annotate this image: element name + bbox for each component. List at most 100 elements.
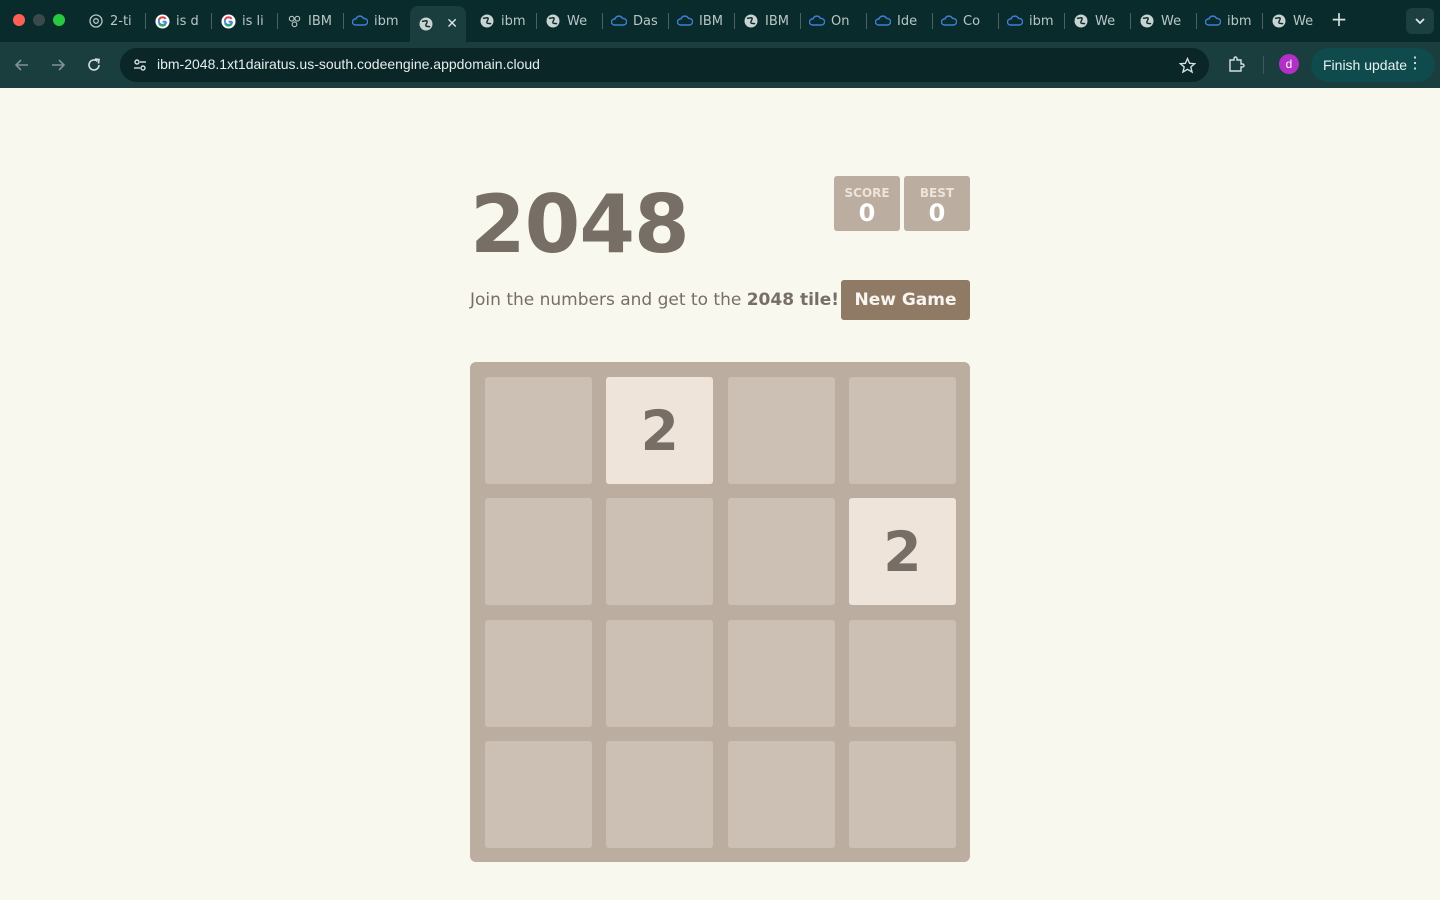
reload-button[interactable] bbox=[80, 51, 108, 79]
browser-tab[interactable]: We bbox=[1263, 6, 1324, 36]
browser-tab[interactable]: ibm bbox=[1197, 6, 1258, 36]
arrow-right-icon bbox=[52, 59, 66, 71]
browser-tab[interactable]: is li bbox=[212, 6, 273, 36]
reload-icon bbox=[88, 58, 100, 71]
toolbar-divider bbox=[1263, 56, 1264, 74]
ibm-cloud-icon bbox=[611, 13, 627, 29]
tab-title: ibm bbox=[374, 13, 398, 29]
browser-tab-strip: 2-ti is d is li IBM ibm ✕ ibm We Das IBM IBM On Ide C… bbox=[0, 0, 1440, 42]
browser-tab[interactable]: is d bbox=[146, 6, 207, 36]
browser-tab[interactable]: IBM bbox=[735, 6, 796, 36]
tab-title: Das bbox=[633, 13, 657, 29]
grid-cell bbox=[727, 377, 835, 484]
best-value: 0 bbox=[928, 199, 946, 227]
game-board[interactable]: 22 bbox=[470, 362, 970, 862]
browser-tab[interactable]: ibm bbox=[999, 6, 1060, 36]
tab-title: Ide bbox=[897, 13, 918, 29]
grid-cell bbox=[606, 740, 714, 848]
tab-title: is li bbox=[242, 13, 264, 29]
close-tab-icon[interactable]: ✕ bbox=[446, 16, 458, 32]
browser-tab[interactable]: Co bbox=[933, 6, 994, 36]
browser-tab[interactable]: We bbox=[537, 6, 598, 36]
tab-title: We bbox=[1095, 13, 1116, 29]
tab-title: ibm bbox=[1029, 13, 1053, 29]
globe-icon bbox=[418, 16, 434, 32]
game-title: 2048 bbox=[470, 178, 690, 271]
browser-tab[interactable]: On bbox=[801, 6, 862, 36]
globe-icon bbox=[743, 13, 759, 29]
ibm-cloud-icon bbox=[809, 13, 825, 29]
grid-cell bbox=[606, 498, 714, 606]
browser-toolbar: ibm-2048.1xt1dairatus.us-south.codeengin… bbox=[0, 42, 1440, 88]
tile-2: 2 bbox=[606, 377, 714, 484]
browser-tab[interactable]: ✕ bbox=[410, 6, 466, 42]
globe-icon bbox=[1139, 13, 1155, 29]
maximize-window-button[interactable] bbox=[53, 14, 65, 26]
tab-title: 2-ti bbox=[110, 13, 132, 29]
tab-title: is d bbox=[176, 13, 199, 29]
grid-cell bbox=[485, 740, 592, 848]
grid-cell bbox=[485, 619, 592, 727]
extensions-button[interactable] bbox=[1224, 52, 1248, 76]
browser-tab[interactable]: 2-ti bbox=[80, 6, 141, 36]
best-label: BEST bbox=[919, 186, 955, 200]
intro-text: Join the numbers and get to the bbox=[470, 290, 742, 310]
game-intro: Join the numbers and get to the 2048 til… bbox=[470, 290, 839, 310]
minimize-window-button[interactable] bbox=[33, 14, 45, 26]
profile-avatar[interactable]: d bbox=[1279, 54, 1299, 74]
tab-title: IBM bbox=[765, 13, 789, 29]
back-button[interactable] bbox=[8, 51, 36, 79]
ibm-granite-icon bbox=[286, 13, 302, 29]
address-bar[interactable]: ibm-2048.1xt1dairatus.us-south.codeengin… bbox=[120, 48, 1209, 82]
google-icon bbox=[220, 13, 236, 29]
grid-cell bbox=[727, 619, 835, 727]
browser-tab[interactable]: Das bbox=[603, 6, 664, 36]
ibm-cloud-icon bbox=[1007, 13, 1023, 29]
google-icon bbox=[154, 13, 170, 29]
browser-tab[interactable]: IBM bbox=[669, 6, 730, 36]
finish-update-button[interactable]: Finish update ⋮ bbox=[1311, 48, 1435, 82]
browser-tab[interactable]: We bbox=[1065, 6, 1126, 36]
grid-cell bbox=[848, 740, 956, 848]
ibm-cloud-icon bbox=[875, 13, 891, 29]
arrow-left-icon bbox=[14, 59, 28, 71]
close-window-button[interactable] bbox=[13, 14, 25, 26]
url-text[interactable]: ibm-2048.1xt1dairatus.us-south.codeengin… bbox=[157, 56, 540, 72]
ibm-cloud-icon bbox=[941, 13, 957, 29]
more-vert-icon: ⋮ bbox=[1407, 55, 1423, 72]
finish-update-label: Finish update bbox=[1323, 57, 1408, 73]
tune-icon bbox=[134, 59, 146, 71]
browser-tab[interactable]: Ide bbox=[867, 6, 928, 36]
browser-tab[interactable]: ibm bbox=[471, 6, 532, 36]
score-box: SCORE 0 bbox=[834, 176, 900, 231]
score-label: SCORE bbox=[844, 186, 890, 200]
forward-button[interactable] bbox=[44, 51, 72, 79]
tab-title: Co bbox=[963, 13, 981, 29]
browser-tab[interactable]: IBM bbox=[278, 6, 339, 36]
browser-tab[interactable]: We bbox=[1131, 6, 1192, 36]
grid-cell bbox=[606, 619, 714, 727]
new-tab-button[interactable]: + bbox=[1328, 8, 1350, 30]
grid-cell bbox=[848, 377, 956, 484]
best-box: BEST 0 bbox=[904, 176, 970, 231]
chevron-down-icon bbox=[1415, 18, 1425, 25]
tile-2: 2 bbox=[848, 498, 956, 606]
tab-title: IBM bbox=[308, 13, 332, 29]
new-game-button[interactable]: New Game bbox=[841, 280, 970, 320]
tab-title: We bbox=[1161, 13, 1182, 29]
tab-title: IBM bbox=[699, 13, 723, 29]
grid-cell bbox=[727, 740, 835, 848]
browser-tab[interactable]: ibm bbox=[344, 6, 405, 36]
grid-cell bbox=[727, 498, 835, 606]
intro-goal: 2048 tile! bbox=[746, 290, 840, 310]
tab-search-button[interactable] bbox=[1406, 8, 1434, 34]
globe-icon bbox=[1271, 13, 1287, 29]
tab-title: On bbox=[831, 13, 850, 29]
ibm-cloud-icon bbox=[677, 13, 693, 29]
site-info-button[interactable] bbox=[128, 53, 152, 77]
chromium-icon bbox=[88, 13, 104, 29]
star-icon bbox=[1178, 56, 1196, 74]
tab-title: We bbox=[1293, 13, 1314, 29]
bookmark-star-button[interactable] bbox=[1177, 55, 1197, 75]
tab-title: We bbox=[567, 13, 588, 29]
